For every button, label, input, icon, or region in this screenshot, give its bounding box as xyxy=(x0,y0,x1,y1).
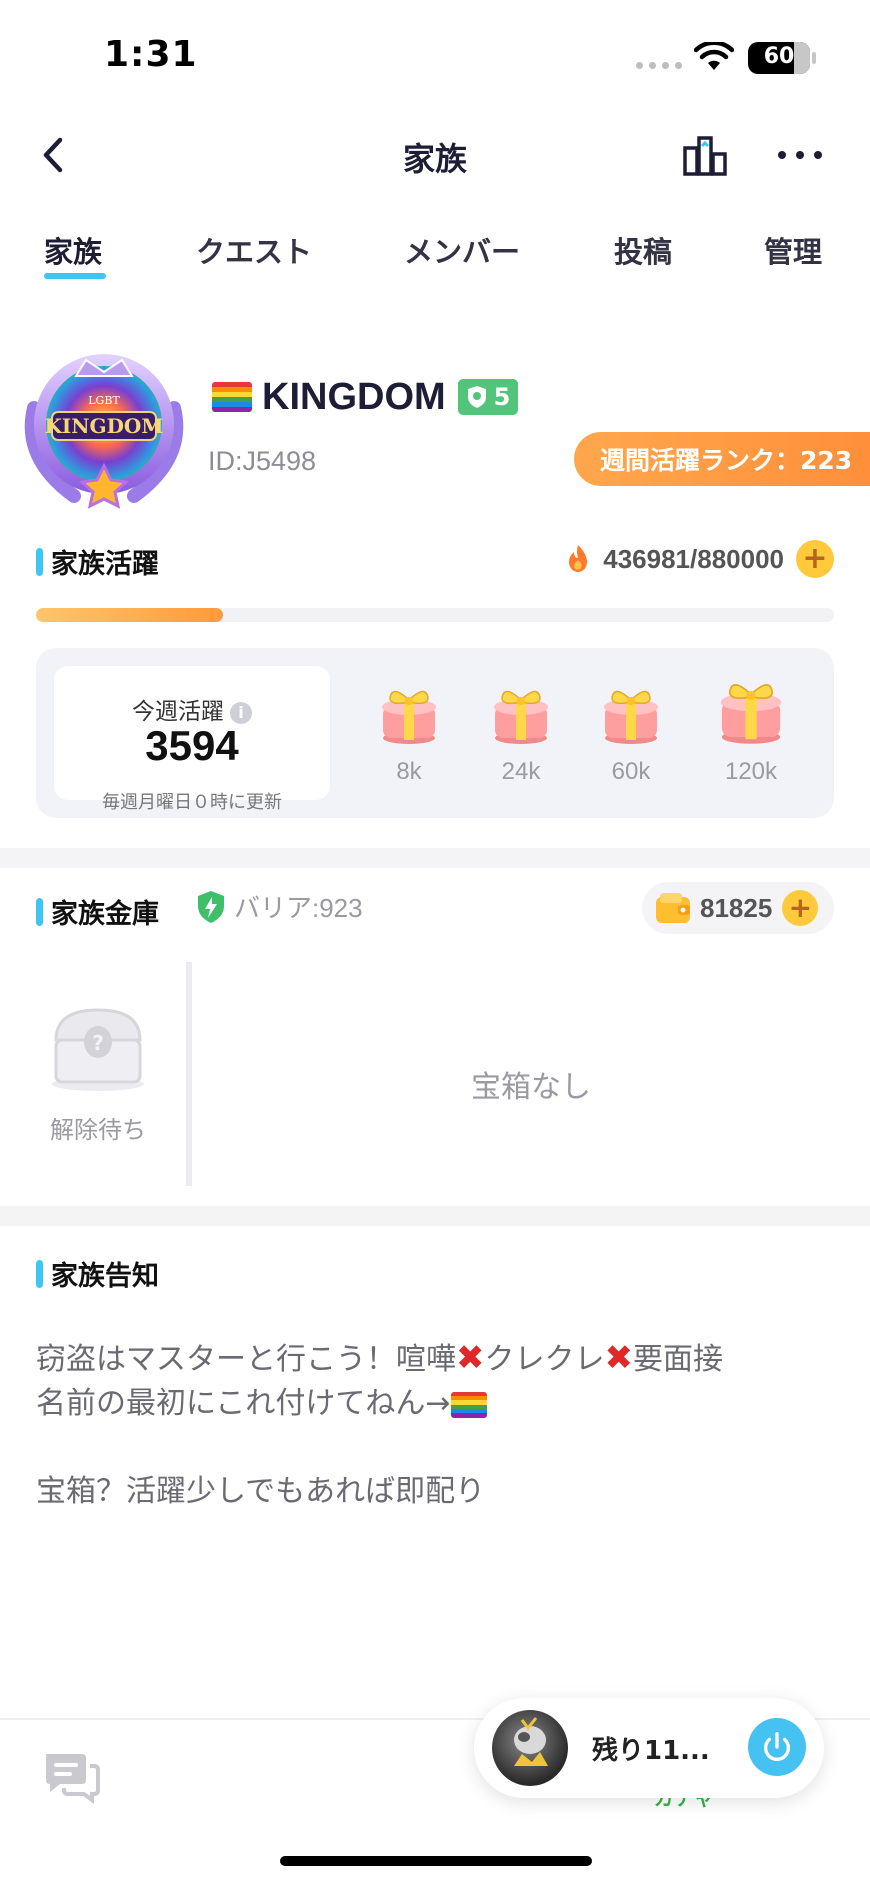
gift-box-icon xyxy=(719,684,783,745)
weekly-activity-panel: 今週活躍 i 3594 毎週月曜日０時に更新 8k 24k 60k 120k xyxy=(36,648,834,818)
reward-gift-3[interactable]: 60k xyxy=(586,680,676,786)
section-family-notice: 家族告知 xyxy=(36,1254,159,1293)
gift-box-icon xyxy=(381,690,437,745)
battery-level: 60 xyxy=(763,44,795,69)
rainbow-flag-icon xyxy=(450,1391,487,1418)
more-icon[interactable] xyxy=(772,132,828,178)
tab-manage[interactable]: 管理 xyxy=(764,229,822,271)
tab-bar: 家族 クエスト メンバー 投稿 管理 xyxy=(0,215,870,285)
tab-quest[interactable]: クエスト xyxy=(196,229,312,271)
reward-gift-1[interactable]: 8k xyxy=(364,680,454,786)
activity-progress-text: 436981/880000 xyxy=(603,543,784,574)
section-title: 家族活躍 xyxy=(51,549,159,580)
info-icon[interactable]: i xyxy=(230,701,252,724)
wifi-icon xyxy=(694,42,734,70)
home-indicator xyxy=(280,1856,592,1866)
add-coins-button[interactable]: + xyxy=(782,890,819,926)
nav-bar: 家族 xyxy=(0,110,870,200)
floating-voice-room[interactable]: 残り11... xyxy=(474,1698,824,1798)
family-level-badge: 5 xyxy=(457,379,519,415)
barrier-status[interactable]: バリア:923 xyxy=(196,888,363,925)
reward-threshold: 24k xyxy=(501,758,541,785)
svg-text:?: ? xyxy=(92,1031,104,1055)
tab-posts[interactable]: 投稿 xyxy=(614,229,672,271)
ranking-icon[interactable] xyxy=(682,132,728,178)
weekly-rank-badge[interactable]: 週間活躍ランク：223 xyxy=(574,432,870,486)
reward-gift-4[interactable]: 120k xyxy=(706,680,796,786)
activity-progress-fill xyxy=(36,608,223,622)
activity-progress-bar xyxy=(36,608,834,622)
activity-total: 436981/880000 + xyxy=(565,540,834,578)
locked-chest-icon: ? xyxy=(52,1008,144,1091)
emblem-subtext: LGBT xyxy=(88,394,120,407)
section-divider xyxy=(0,1206,870,1226)
wallet-icon xyxy=(656,893,690,923)
battery-icon: 60 xyxy=(748,42,810,74)
weekly-activity-value: 3594 xyxy=(145,722,239,769)
section-divider xyxy=(0,848,870,868)
cross-mark-icon: ✖ xyxy=(604,1338,634,1378)
vault-empty-message: 宝箱なし xyxy=(471,1070,591,1105)
tab-active-indicator xyxy=(44,273,106,279)
family-notice-body: 窃盗はマスターと行こう！喧嘩✖クレクレ✖要面接 名前の最初にこれ付けてねん→ 宝… xyxy=(36,1336,836,1514)
weekly-activity-card: 今週活躍 i 3594 毎週月曜日０時に更新 xyxy=(54,666,330,813)
remaining-time-text: 残り11... xyxy=(592,1736,710,1766)
rainbow-flag-icon xyxy=(212,382,252,412)
chest-status: 解除待ち xyxy=(50,1116,146,1144)
avatar xyxy=(492,1710,568,1786)
status-time: 1:31 xyxy=(104,34,198,75)
cellular-signal-icon xyxy=(636,62,682,69)
power-icon[interactable] xyxy=(748,1718,806,1776)
vault-coin-count: 81825 xyxy=(700,892,773,923)
section-title: 家族金庫 xyxy=(51,899,159,930)
gift-box-icon xyxy=(603,690,659,745)
gift-box-icon xyxy=(493,690,549,745)
reward-threshold: 120k xyxy=(724,758,778,785)
notice-line-2: 名前の最初にこれ付けてねん→ xyxy=(36,1382,836,1426)
tab-members[interactable]: メンバー xyxy=(404,229,520,271)
reward-gift-2[interactable]: 24k xyxy=(476,680,566,786)
barrier-value: バリア:923 xyxy=(234,893,363,923)
family-level: 5 xyxy=(493,383,511,411)
vault-coins: 81825 + xyxy=(642,882,834,934)
family-name: KINGDOM xyxy=(262,375,446,418)
cross-mark-icon: ✖ xyxy=(456,1338,485,1378)
add-activity-button[interactable]: + xyxy=(796,540,834,578)
chat-icon[interactable] xyxy=(42,1750,100,1804)
section-family-vault: 家族金庫 xyxy=(36,892,159,931)
page-title: 家族 xyxy=(402,140,467,178)
flame-icon xyxy=(569,545,588,572)
notice-line-3: 宝箱？活躍少しでもあれば即配り xyxy=(36,1474,486,1509)
weekly-activity-note: 毎週月曜日０時に更新 xyxy=(102,792,282,813)
tab-family[interactable]: 家族 xyxy=(44,229,102,271)
shield-icon xyxy=(467,386,486,408)
notice-line-1: 窃盗はマスターと行こう！喧嘩✖クレクレ✖要面接 xyxy=(36,1338,723,1378)
status-bar: 1:31 60 xyxy=(0,0,870,110)
emblem-wordmark: KINGDOM xyxy=(44,414,163,438)
section-family-activity: 家族活躍 xyxy=(36,542,159,581)
family-emblem[interactable]: KINGDOM LGBT xyxy=(14,338,194,514)
reward-threshold: 8k xyxy=(396,758,422,785)
treasure-chest-slot[interactable]: ? 解除待ち xyxy=(36,1000,160,1145)
family-id: ID:J5498 xyxy=(208,446,317,476)
reward-threshold: 60k xyxy=(611,758,651,785)
weekly-activity-label-row: 今週活躍 i xyxy=(54,692,330,726)
section-title: 家族告知 xyxy=(51,1261,159,1292)
family-name-row: KINGDOM 5 xyxy=(212,372,519,422)
shield-bolt-icon xyxy=(198,890,224,923)
